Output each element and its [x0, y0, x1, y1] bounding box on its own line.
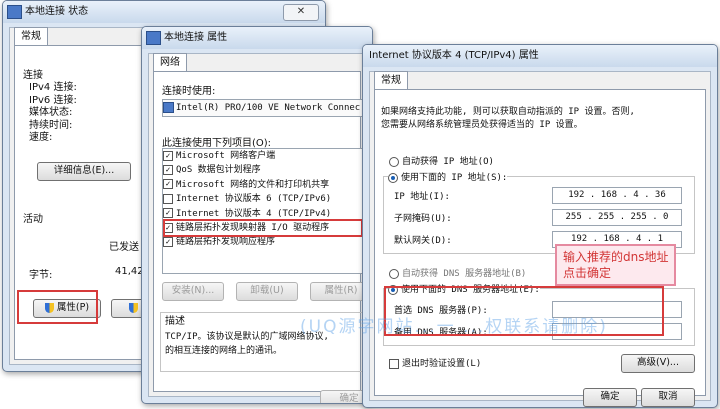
description-title: 描述: [165, 316, 185, 327]
subnet-mask-field[interactable]: 255 . 255 . 255 . 0: [552, 209, 682, 226]
checkbox[interactable]: [163, 179, 173, 190]
checkbox[interactable]: [163, 150, 173, 161]
gateway-label: 默认网关(D):: [394, 236, 452, 246]
radio-manual-ip[interactable]: [388, 172, 398, 183]
item-label: Microsoft 网络的文件和打印机共享: [176, 179, 330, 190]
item-label: QoS 数据包计划程序: [176, 165, 261, 176]
ipv4-title: Internet 协议版本 4 (TCP/IPv4) 属性: [369, 50, 539, 61]
checkbox[interactable]: [163, 208, 173, 219]
section-connection: 连接: [23, 70, 43, 81]
auto-ip-label: 自动获得 IP 地址(O): [402, 157, 494, 167]
auto-ip-option[interactable]: 自动获得 IP 地址(O): [389, 154, 494, 167]
checkbox[interactable]: [163, 193, 173, 204]
details-button[interactable]: 详细信息(E)...: [37, 162, 131, 181]
ip-label: IP 地址(I):: [394, 192, 450, 202]
manual-ip-label: 使用下面的 IP 地址(S):: [401, 173, 508, 183]
checkbox[interactable]: [163, 236, 173, 247]
ipv4-body: 常规 如果网络支持此功能, 则可以获取自动指派的 IP 设置。否则, 您需要从网…: [369, 71, 711, 407]
list-item[interactable]: QoS 数据包计划程序: [163, 163, 372, 177]
uninstall-button[interactable]: 卸载(U): [236, 282, 298, 301]
tab-network[interactable]: 网络: [153, 53, 187, 72]
section-activity: 活动: [23, 214, 43, 225]
bytes-value: 41,42: [115, 266, 144, 277]
intro-line-2: 您需要从网络系统管理员处获得适当的 IP 设置。: [381, 120, 583, 130]
status-titlebar: 本地连接 状态 ✕: [3, 1, 325, 23]
ipv4-panel: 如果网络支持此功能, 则可以获取自动指派的 IP 设置。否则, 您需要从网络系统…: [374, 89, 706, 407]
ip-address-field[interactable]: 192 . 168 . 4 . 36: [552, 187, 682, 204]
radio-auto-ip[interactable]: [389, 156, 399, 167]
row-media: 媒体状态:: [29, 107, 73, 118]
highlight-properties: [17, 290, 98, 324]
list-item[interactable]: 链路层拓扑发现响应程序: [163, 235, 372, 249]
row-ipv4: IPv4 连接:: [29, 82, 77, 93]
row-speed: 速度:: [29, 132, 53, 143]
highlight-ipv4-item: [163, 219, 363, 237]
watermark-text: (UQ源字网站...一 ...权联系请删除): [300, 317, 608, 337]
connect-using-label: 连接时使用:: [162, 86, 216, 97]
advanced-button[interactable]: 高级(V)...: [621, 354, 695, 373]
cancel-button[interactable]: 取消: [641, 388, 695, 407]
auto-dns-option[interactable]: 自动获得 DNS 服务器地址(B): [389, 266, 526, 279]
sent-label: 已发送: [109, 242, 139, 253]
item-label: Internet 协议版本 6 (TCP/IPv6): [176, 194, 332, 205]
status-title: 本地连接 状态: [25, 6, 89, 17]
row-duration: 持续时间:: [29, 119, 73, 131]
validate-option[interactable]: 退出时验证设置(L): [389, 356, 481, 369]
adapter-field: Intel(R) PRO/100 VE Network Connec: [162, 99, 372, 117]
item-label: 链路层拓扑发现响应程序: [176, 237, 276, 248]
connection-rows: IPv4 连接: IPv6 连接: 媒体状态: 持续时间: 速度:: [29, 82, 77, 145]
network-icon: [7, 5, 22, 19]
intro-line-1: 如果网络支持此功能, 则可以获取自动指派的 IP 设置。否则,: [381, 107, 635, 117]
item-label: Internet 协议版本 4 (TCP/IPv4): [176, 208, 332, 219]
description-line-2: 的相互连接的网络上的通讯。: [165, 346, 283, 356]
radio-auto-dns[interactable]: [389, 268, 399, 279]
mask-label: 子网掩码(U):: [394, 214, 452, 224]
row-ipv6: IPv6 连接:: [29, 94, 77, 106]
item-label: Microsoft 网络客户端: [176, 151, 276, 161]
validate-checkbox[interactable]: [389, 358, 399, 369]
properties-title: 本地连接 属性: [164, 32, 228, 43]
close-button[interactable]: ✕: [283, 4, 319, 21]
ok-button[interactable]: 确定: [583, 388, 637, 407]
list-item[interactable]: Microsoft 网络客户端: [163, 149, 372, 163]
ipv4-titlebar: Internet 协议版本 4 (TCP/IPv4) 属性: [363, 45, 717, 67]
tab-general[interactable]: 常规: [14, 27, 48, 46]
bytes-label: 字节:: [29, 270, 53, 281]
ip-group: 使用下面的 IP 地址(S): IP 地址(I): 192 . 168 . 4 …: [383, 170, 695, 254]
install-button[interactable]: 安装(N)...: [162, 282, 224, 301]
validate-label: 退出时验证设置(L): [402, 359, 482, 369]
list-item[interactable]: Internet 协议版本 6 (TCP/IPv6): [163, 192, 372, 206]
properties-titlebar: 本地连接 属性: [142, 27, 372, 49]
items-list: Microsoft 网络客户端 QoS 数据包计划程序 Microsoft 网络…: [162, 148, 372, 274]
instruction-note: 输入推荐的dns地址 点击确定: [555, 244, 677, 286]
shield-icon: [129, 302, 139, 313]
local-connection-properties-window: 本地连接 属性 网络 连接时使用: Intel(R) PRO/100 VE Ne…: [141, 26, 373, 404]
adapter-name: Intel(R) PRO/100 VE Network Connec: [176, 103, 361, 113]
manual-ip-option[interactable]: 使用下面的 IP 地址(S):: [388, 170, 508, 183]
list-item[interactable]: Microsoft 网络的文件和打印机共享: [163, 178, 372, 192]
auto-dns-label: 自动获得 DNS 服务器地址(B): [402, 269, 527, 279]
adapter-icon: [163, 102, 174, 113]
items-label: 此连接使用下列项目(O):: [162, 138, 272, 149]
ipv4-properties-window: Internet 协议版本 4 (TCP/IPv4) 属性 常规 如果网络支持此…: [362, 44, 718, 408]
network-icon: [146, 31, 161, 45]
tab-general[interactable]: 常规: [374, 71, 408, 90]
checkbox[interactable]: [163, 164, 173, 175]
